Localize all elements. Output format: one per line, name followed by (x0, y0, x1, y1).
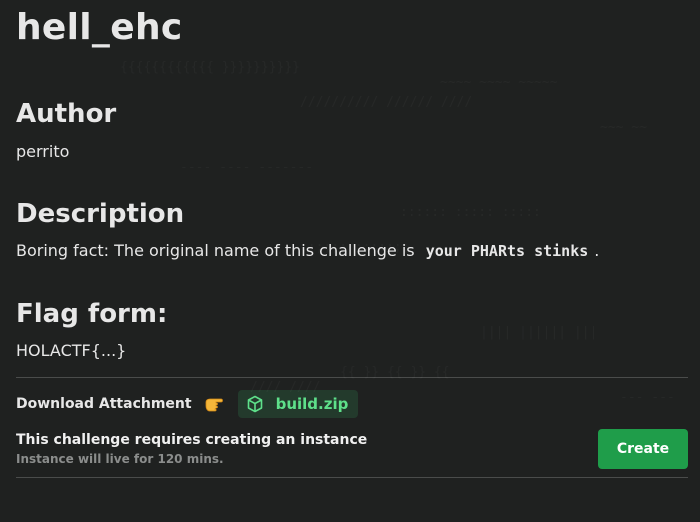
description-text-after: . (594, 241, 600, 260)
instance-row: This challenge requires creating an inst… (16, 429, 688, 469)
backhand-index-pointing-right-icon (204, 394, 226, 414)
description-text-before: Boring fact: The original name of this c… (16, 241, 415, 260)
attachment-row: Download Attachment build.zip (16, 389, 688, 419)
author-name: perrito (16, 142, 70, 161)
package-box-icon (247, 395, 262, 413)
challenge-panel: {{{{{{{{{{{{ }}}}}}}}}} ////////// /////… (0, 0, 700, 522)
instance-subtitle: Instance will live for 120 mins. (16, 452, 224, 466)
divider-bottom (16, 477, 688, 478)
create-instance-button[interactable]: Create (598, 429, 688, 469)
description-heading: Description (16, 199, 185, 229)
flag-format: HOLACTF{...} (16, 341, 127, 360)
challenge-title: hell_ehc (16, 7, 183, 48)
attachment-label: Download Attachment (16, 396, 192, 412)
description-code: your PHARts stinks (425, 242, 589, 260)
author-heading: Author (16, 99, 117, 129)
attachment-file-name: build.zip (275, 395, 349, 413)
description-text: Boring fact: The original name of this c… (16, 240, 688, 262)
instance-title: This challenge requires creating an inst… (16, 432, 368, 448)
attachment-download-link[interactable]: build.zip (237, 390, 359, 418)
flag-heading: Flag form: (16, 299, 168, 329)
instance-info: This challenge requires creating an inst… (16, 430, 367, 468)
